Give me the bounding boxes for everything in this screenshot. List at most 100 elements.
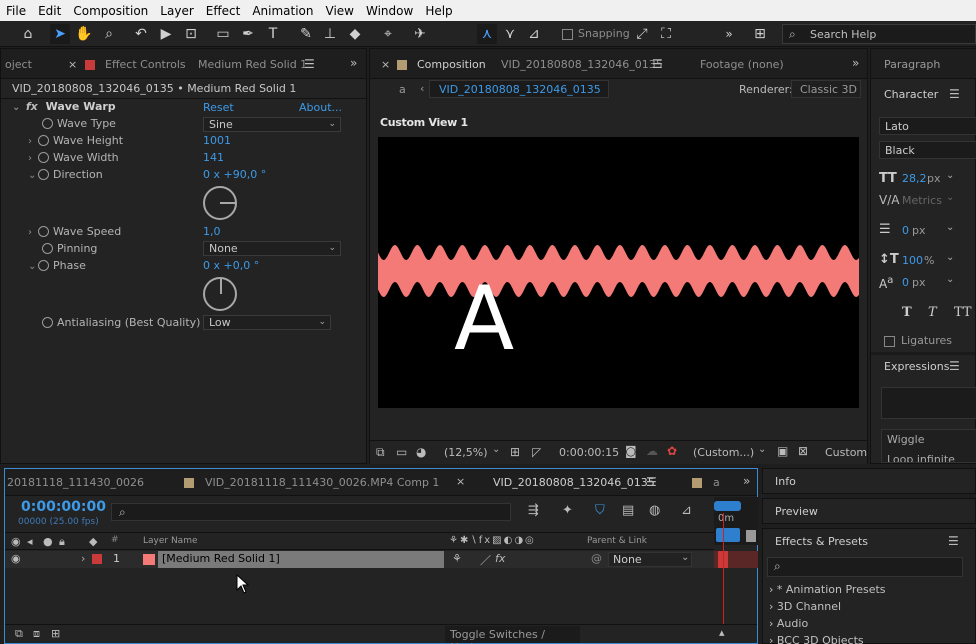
chevron-down-icon[interactable]: ⌄: [28, 261, 38, 272]
clone-stamp-tool-icon[interactable]: ⊥: [320, 24, 340, 44]
mask-visibility-icon[interactable]: ◕: [416, 445, 426, 459]
lock-icon[interactable]: 🔒︎: [59, 535, 65, 549]
close-tab-icon[interactable]: ×: [68, 58, 77, 71]
wave-speed-value[interactable]: 1,0: [203, 225, 221, 238]
panel-overflow-icon[interactable]: »: [852, 56, 859, 70]
fast-previews-icon[interactable]: ▣: [777, 444, 788, 458]
panel-overflow-icon[interactable]: »: [350, 56, 357, 70]
work-area-end[interactable]: [716, 528, 740, 542]
home-icon[interactable]: ⌂: [18, 24, 38, 44]
panel-menu-icon[interactable]: ☰: [949, 359, 960, 373]
ligatures-checkbox[interactable]: [884, 336, 895, 347]
show-snapshot-icon[interactable]: ☁: [646, 444, 658, 458]
tab-comp-active[interactable]: VID_20180808_132046_0135: [493, 476, 655, 489]
snapshot-icon[interactable]: ◙: [625, 444, 637, 458]
solo-switch-icon[interactable]: ●: [43, 535, 53, 548]
layer-duration-bar[interactable]: [714, 551, 758, 568]
parent-link-header[interactable]: Parent & Link: [587, 536, 647, 546]
brush-tool-icon[interactable]: ✎: [296, 24, 316, 44]
layer-name-field[interactable]: [Medium Red Solid 1]: [158, 551, 444, 568]
zoom-value[interactable]: (12,5%): [444, 446, 488, 459]
in-out-toggle-icon[interactable]: ⊞: [51, 627, 60, 640]
snapping-checkbox[interactable]: [562, 29, 573, 40]
tab-effect-controls-label[interactable]: Effect Controls: [105, 58, 186, 71]
renderer-button[interactable]: Classic 3D: [791, 80, 861, 98]
effect-header-row[interactable]: ⌄ fx Wave Warp: [12, 100, 116, 117]
timeline-search-input[interactable]: ⌕: [111, 503, 511, 521]
text-layer-letter[interactable]: A: [454, 275, 514, 363]
chevron-down-icon[interactable]: ⌄: [946, 192, 954, 203]
current-time-indicator[interactable]: [723, 513, 724, 633]
font-size-value[interactable]: 28,2: [902, 172, 927, 185]
eraser-tool-icon[interactable]: ◆: [345, 24, 365, 44]
preview-title[interactable]: Preview: [775, 505, 818, 518]
wave-type-dropdown[interactable]: Sine ⌄: [203, 117, 341, 132]
panel-menu-icon[interactable]: ☰: [646, 475, 657, 489]
toggle-switches-modes-button[interactable]: Toggle Switches / Modes: [445, 626, 580, 644]
camera-tool-icon[interactable]: ▶: [156, 24, 176, 44]
chevron-left-icon[interactable]: ‹: [420, 82, 424, 95]
tab-paragraph[interactable]: Paragraph: [884, 58, 940, 71]
faux-italic-icon[interactable]: T: [928, 305, 937, 320]
comp-nav-breadcrumb[interactable]: VID_20180808_132046_0135: [429, 80, 609, 98]
quality-switch-icon[interactable]: ／: [480, 552, 491, 568]
selection-tool-icon[interactable]: ➤: [50, 24, 70, 44]
close-tab-icon[interactable]: ×: [456, 475, 465, 488]
menu-layer[interactable]: Layer: [154, 4, 199, 18]
chevron-down-icon[interactable]: ⌄: [946, 170, 954, 181]
region-interest-icon[interactable]: ⊞: [510, 445, 520, 459]
shy-layers-icon[interactable]: ⛉: [595, 503, 605, 518]
menu-help[interactable]: Help: [419, 4, 458, 18]
view-mode-value[interactable]: Custom: [825, 446, 867, 459]
workspace-icon[interactable]: ⊞: [750, 24, 770, 44]
kerning-value[interactable]: Metrics: [902, 194, 942, 207]
motion-blur-icon[interactable]: ◍: [649, 503, 660, 518]
roto-brush-tool-icon[interactable]: ⌖: [378, 24, 398, 44]
tab-effect-controls-layer[interactable]: Medium Red Solid 1: [198, 58, 307, 71]
comp-nav-a[interactable]: a: [399, 83, 406, 96]
tab-comp-a[interactable]: a: [713, 476, 720, 489]
timeline-layer-row[interactable]: ◉ › 1 [Medium Red Solid 1] ⚘ ／ fx @ None…: [5, 551, 714, 568]
phase-dial[interactable]: [203, 277, 237, 311]
list-item[interactable]: › * Animation Presets: [769, 583, 886, 596]
work-area-bar[interactable]: [714, 501, 741, 511]
current-time[interactable]: 0:00:00:15: [559, 446, 619, 459]
wave-width-value[interactable]: 141: [203, 151, 224, 164]
tab-project[interactable]: oject: [5, 58, 32, 71]
all-caps-icon[interactable]: TT: [954, 305, 972, 320]
layer-switches-icons[interactable]: ⚘✱∖fx▨◐◑◎: [449, 535, 536, 546]
reset-link[interactable]: Reset: [203, 101, 234, 114]
puppet-pin-tool-icon[interactable]: ✈: [410, 24, 430, 44]
fx-switch-icon[interactable]: fx: [495, 552, 505, 565]
stopwatch-icon[interactable]: [38, 135, 49, 146]
composition-viewer[interactable]: A: [378, 137, 859, 408]
draft-3d-icon[interactable]: ✦: [562, 503, 573, 518]
leading-value[interactable]: 0: [902, 224, 909, 237]
comp-marker-bin-icon[interactable]: [746, 530, 756, 542]
layer-name-header[interactable]: Layer Name: [143, 536, 198, 546]
tab-footage[interactable]: Footage (none): [700, 58, 784, 71]
collapse-switch-icon[interactable]: ⚘: [452, 552, 462, 565]
panel-menu-icon[interactable]: ☰: [949, 87, 960, 101]
faux-bold-icon[interactable]: T: [902, 305, 912, 320]
phase-value[interactable]: 0 x +0,0 °: [203, 259, 259, 272]
chevron-down-icon[interactable]: ⌄: [946, 222, 954, 233]
stopwatch-icon[interactable]: [42, 317, 53, 328]
tab-comp-20181118[interactable]: 20181118_111430_0026: [7, 476, 144, 489]
direction-dial[interactable]: [203, 186, 237, 220]
expressions-search-field[interactable]: [881, 387, 976, 419]
stopwatch-icon[interactable]: [38, 226, 49, 237]
layer-label-color[interactable]: [92, 554, 102, 564]
rotate-tool-icon[interactable]: ↶: [131, 24, 151, 44]
audio-switch-icon[interactable]: ◂: [27, 535, 33, 548]
fx-icon[interactable]: fx: [26, 100, 38, 113]
wave-height-value[interactable]: 1001: [203, 134, 231, 147]
menu-file[interactable]: File: [0, 4, 32, 18]
menu-edit[interactable]: Edit: [32, 4, 67, 18]
parent-dropdown[interactable]: None ⌄: [608, 552, 692, 567]
panel-menu-icon[interactable]: ☰: [948, 534, 959, 548]
list-item[interactable]: › 3D Channel: [769, 600, 841, 613]
chevron-right-icon[interactable]: ›: [28, 153, 38, 164]
toggle-transparency-icon[interactable]: ⊠: [798, 444, 808, 458]
local-axis-icon[interactable]: ⋏: [477, 24, 497, 44]
